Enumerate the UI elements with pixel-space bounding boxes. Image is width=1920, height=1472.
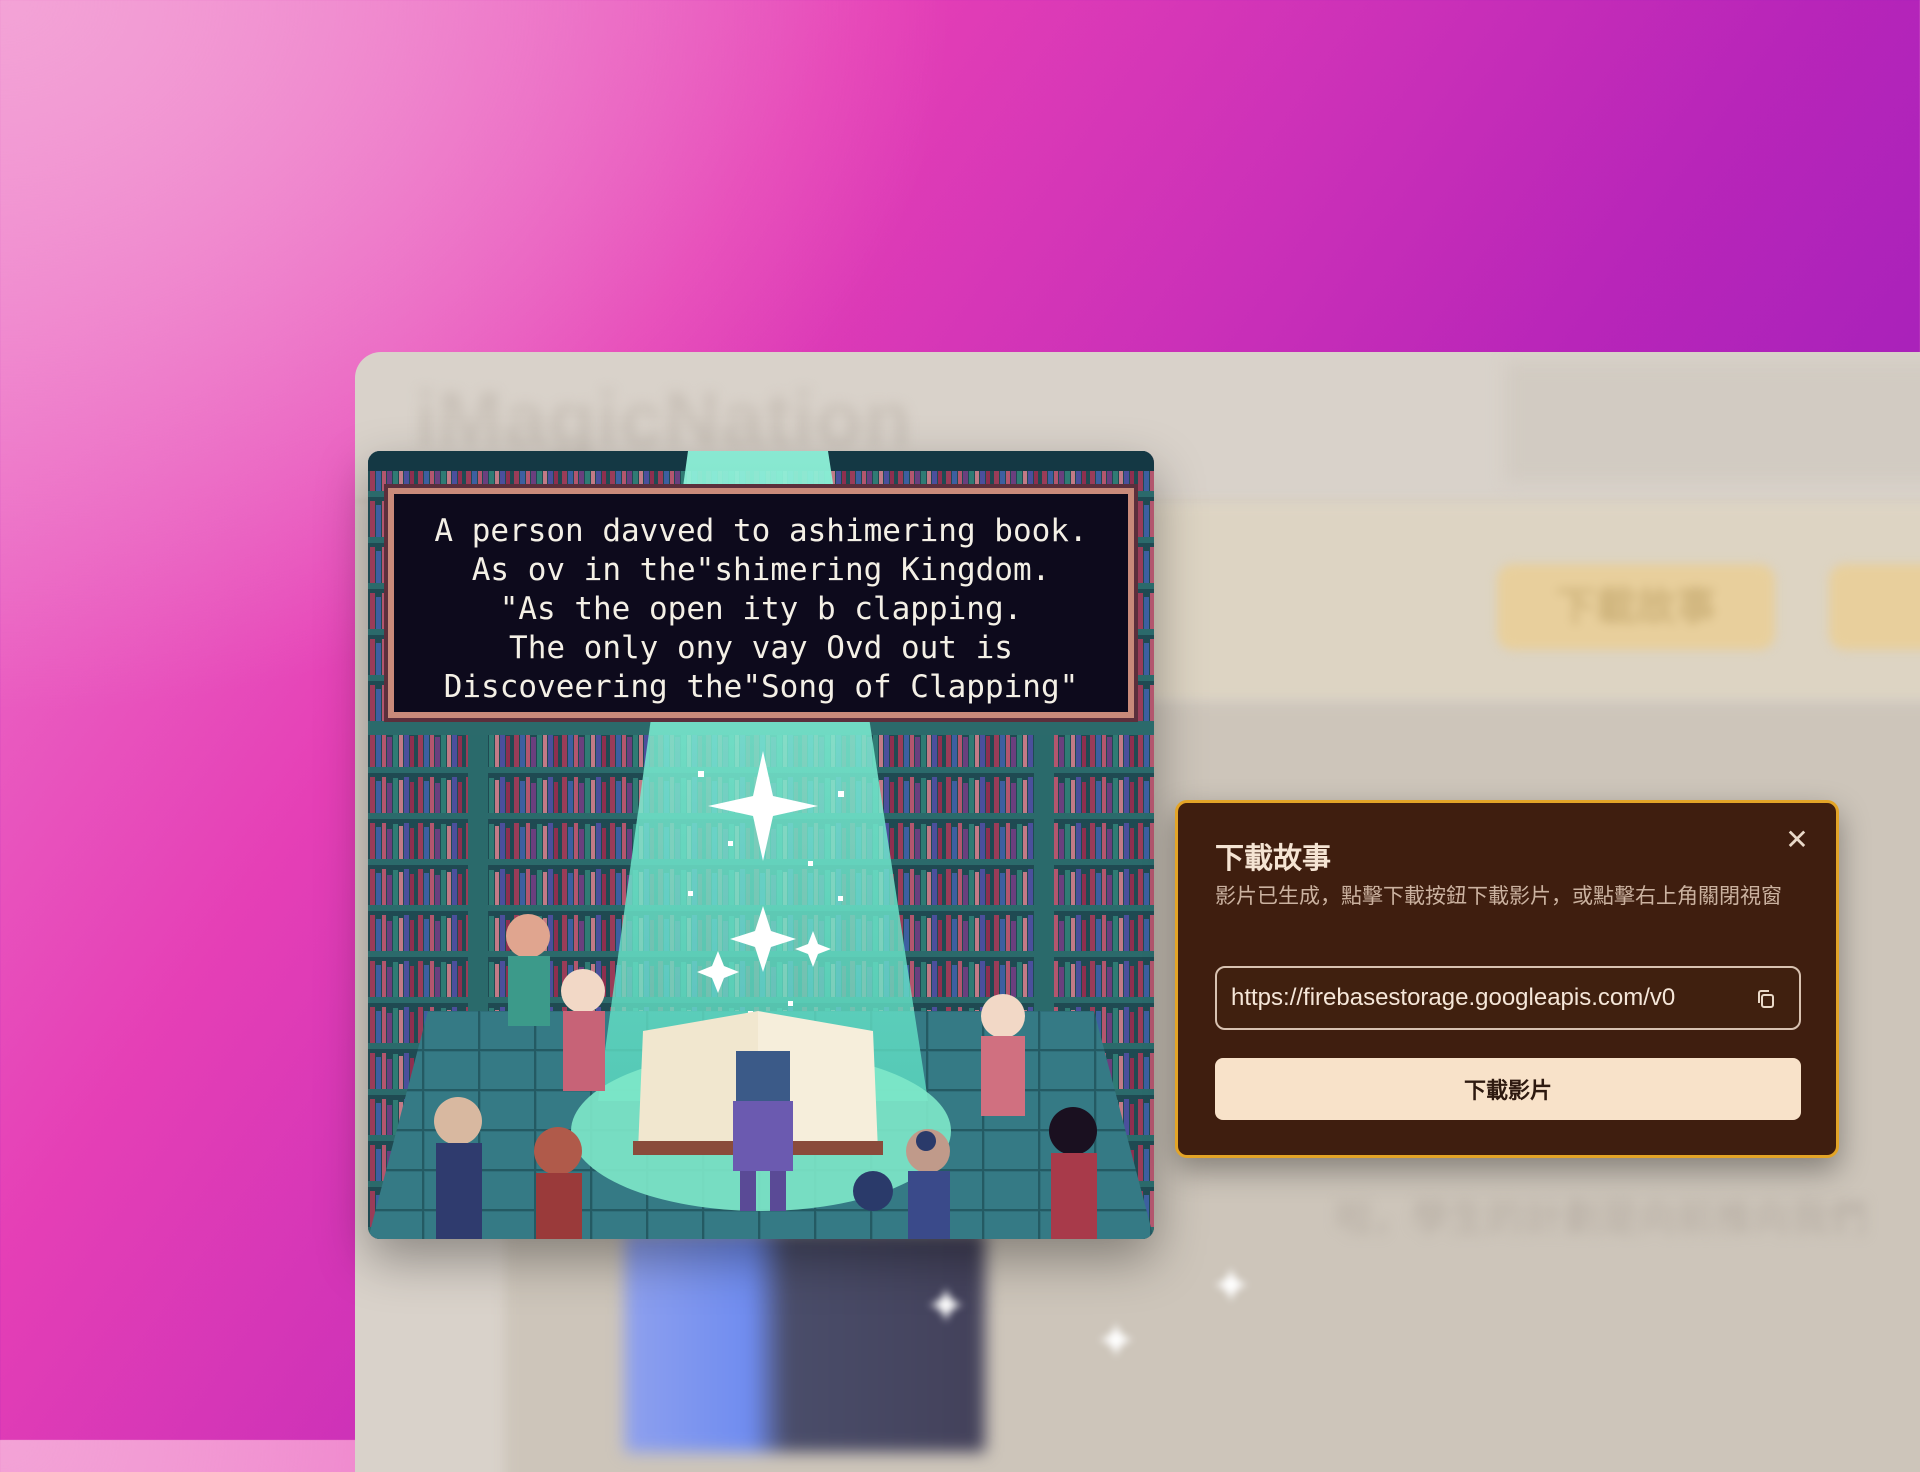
app-download-story-label: 下載故事: [1556, 585, 1716, 629]
copy-icon[interactable]: [1755, 988, 1777, 1010]
video-url-input[interactable]: [1231, 968, 1711, 1028]
close-icon[interactable]: ✕: [1780, 823, 1814, 857]
app-blurred-text: 啦，學生的計劃是向前推向我們: [1335, 1198, 1868, 1240]
app-secondary-button[interactable]: [1829, 564, 1920, 650]
dialog-title: 下載故事: [1215, 843, 1332, 875]
download-story-dialog: ✕ 下載故事 影片已生成，點擊下載按鈕下載影片，或點擊右上角關閉視窗 下載影片: [1175, 800, 1839, 1158]
app-topbar-area: [1505, 362, 1920, 482]
story-caption-box: A person davved to ashimering book. As o…: [384, 484, 1138, 722]
app-video-thumbnail: [625, 1232, 985, 1452]
app-download-story-button[interactable]: 下載故事: [1497, 564, 1775, 650]
sparkle-icon: ✦: [1210, 1258, 1252, 1314]
video-url-field[interactable]: [1215, 966, 1801, 1030]
story-caption-text: A person davved to ashimering book. As o…: [434, 513, 1088, 705]
sparkle-icon: ✦: [925, 1278, 967, 1334]
dialog-description: 影片已生成，點擊下載按鈕下載影片，或點擊右上角關閉視窗: [1215, 885, 1782, 908]
story-pixel-art-image: A person davved to ashimering book. As o…: [368, 451, 1154, 1239]
sparkle-icon: ✦: [1095, 1313, 1137, 1369]
download-video-button[interactable]: 下載影片: [1215, 1058, 1801, 1120]
